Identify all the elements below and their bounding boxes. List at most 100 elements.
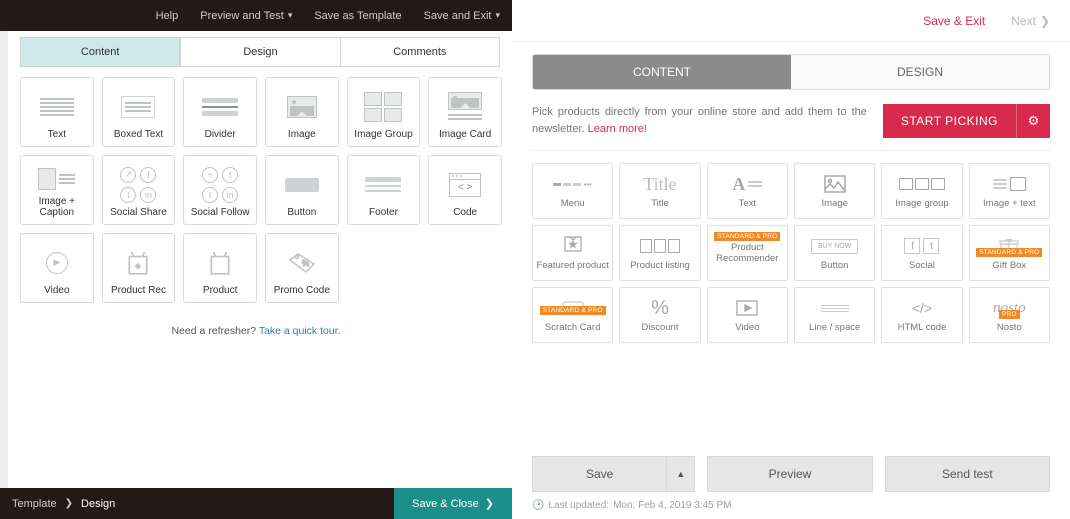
next-label: Next <box>1011 14 1036 28</box>
save-and-exit-menu[interactable]: Save and Exit▾ <box>424 10 500 22</box>
info-text-body: Pick products directly from your online … <box>532 106 867 135</box>
rblock-label: Image <box>821 198 847 209</box>
rblock-line-space[interactable]: Line / space <box>794 287 875 343</box>
start-picking-settings[interactable]: ⚙ <box>1016 104 1050 138</box>
tab-content[interactable]: Content <box>21 38 180 66</box>
rblock-label: Scratch Card <box>545 322 600 333</box>
preview-button[interactable]: Preview <box>707 456 872 492</box>
preview-test-menu[interactable]: Preview and Test▾ <box>200 10 292 22</box>
chevron-down-icon: ▾ <box>495 10 500 21</box>
left-tabs: Content Design Comments <box>20 37 500 67</box>
next-link[interactable]: Next ❯ <box>1011 14 1050 28</box>
rblock-video[interactable]: Video <box>707 287 788 343</box>
tab-design[interactable]: DESIGN <box>791 55 1049 89</box>
block-boxed-text[interactable]: Boxed Text <box>102 77 176 147</box>
left-footer: Template ❯ Design Save & Close❯ <box>0 488 512 519</box>
rblock-discount[interactable]: %Discount <box>619 287 700 343</box>
tab-comments[interactable]: Comments <box>340 38 499 66</box>
block-button[interactable]: Button <box>265 155 339 225</box>
rblock-gift-box[interactable]: STANDARD & PROGift Box <box>969 225 1050 281</box>
block-video[interactable]: ▶Video <box>20 233 94 303</box>
rblock-label: Gift Box <box>992 260 1026 271</box>
block-product[interactable]: Product <box>183 233 257 303</box>
save-split-button: Save ▲ <box>532 456 695 492</box>
chevron-right-icon: ❯ <box>1040 14 1050 28</box>
save-as-template-link[interactable]: Save as Template <box>314 10 401 22</box>
block-label: Code <box>453 207 477 218</box>
chevron-right-icon: ❯ <box>65 498 73 509</box>
rblock-title[interactable]: TitleTitle <box>619 163 700 219</box>
left-gutter <box>0 31 8 488</box>
right-block-grid: •••Menu TitleTitle AText Image Image gro… <box>532 163 1050 343</box>
rblock-label: Button <box>821 260 848 271</box>
rblock-nosto[interactable]: nostoPRONosto <box>969 287 1050 343</box>
block-footer[interactable]: Footer <box>347 155 421 225</box>
rblock-html-code[interactable]: </>HTML code <box>881 287 962 343</box>
block-product-rec[interactable]: Product Rec <box>102 233 176 303</box>
block-image-caption[interactable]: Image + Caption <box>20 155 94 225</box>
block-image-card[interactable]: Image Card <box>428 77 502 147</box>
block-divider[interactable]: Divider <box>183 77 257 147</box>
rblock-social[interactable]: ftSocial <box>881 225 962 281</box>
tab-design[interactable]: Design <box>180 38 339 66</box>
rblock-image[interactable]: Image <box>794 163 875 219</box>
rblock-image-group[interactable]: Image group <box>881 163 962 219</box>
chevron-right-icon: ❯ <box>485 497 494 510</box>
refresher-text: Need a refresher? Take a quick tour. <box>0 325 512 337</box>
block-image-group[interactable]: Image Group <box>347 77 421 147</box>
start-picking-button[interactable]: START PICKING <box>883 104 1016 138</box>
block-label: Image Card <box>439 129 491 140</box>
info-row: Pick products directly from your online … <box>532 104 1050 138</box>
block-code[interactable]: < >Code <box>428 155 502 225</box>
block-label: Promo Code <box>274 285 330 296</box>
save-button[interactable]: Save <box>532 456 667 492</box>
crumb-template[interactable]: Template <box>12 498 57 510</box>
block-label: Image <box>288 129 316 140</box>
rblock-image-text[interactable]: Image + text <box>969 163 1050 219</box>
rblock-featured-product[interactable]: ★Featured product <box>532 225 613 281</box>
block-social-share[interactable]: ↗ftinSocial Share <box>102 155 176 225</box>
rblock-label: Featured product <box>536 260 608 271</box>
save-exit-link[interactable]: Save & Exit <box>923 14 985 28</box>
button-preview-label: BUY NOW <box>811 239 858 254</box>
right-panel: Save & Exit Next ❯ CONTENT DESIGN Pick pr… <box>512 0 1070 519</box>
rblock-product-recommender[interactable]: STANDARD & PROProduct Recommender <box>707 225 788 281</box>
tab-content[interactable]: CONTENT <box>533 55 791 89</box>
block-promo-code[interactable]: % Promo Code <box>265 233 339 303</box>
save-dropdown[interactable]: ▲ <box>667 456 695 492</box>
send-test-button[interactable]: Send test <box>885 456 1050 492</box>
block-social-follow[interactable]: +ftinSocial Follow <box>183 155 257 225</box>
gear-icon: ⚙ <box>1028 113 1040 129</box>
rblock-label: Image group <box>895 198 948 209</box>
rblock-label: Video <box>735 322 759 333</box>
plan-badge: STANDARD & PRO <box>540 306 606 315</box>
rblock-label: Menu <box>561 198 585 209</box>
save-and-exit-label: Save and Exit <box>424 10 492 22</box>
status-timestamp: Mon, Feb 4, 2019 3:45 PM <box>613 500 731 511</box>
svg-text:%: % <box>302 259 309 268</box>
block-label: Social Follow <box>191 207 250 218</box>
clock-icon: 🕑 <box>532 500 544 511</box>
help-link[interactable]: Help <box>156 10 179 22</box>
save-close-button[interactable]: Save & Close❯ <box>394 488 512 519</box>
left-topbar: Help Preview and Test▾ Save as Template … <box>0 0 512 31</box>
rblock-label: Discount <box>642 322 679 333</box>
rblock-scratch-card[interactable]: STANDARD & PRO Scratch Card <box>532 287 613 343</box>
status-label: Last updated: <box>548 500 609 511</box>
block-image[interactable]: Image <box>265 77 339 147</box>
block-label: Text <box>48 129 66 140</box>
block-label: Video <box>44 285 69 296</box>
breadcrumb: Template ❯ Design <box>12 498 115 510</box>
rblock-button[interactable]: BUY NOW Button <box>794 225 875 281</box>
rblock-menu[interactable]: •••Menu <box>532 163 613 219</box>
left-block-grid: Text Boxed Text Divider Image Image Grou… <box>0 77 512 303</box>
learn-more-link[interactable]: Learn more! <box>588 123 647 135</box>
rblock-product-listing[interactable]: Product listing <box>619 225 700 281</box>
last-updated: 🕑 Last updated: Mon, Feb 4, 2019 3:45 PM <box>512 496 1070 519</box>
block-label: Boxed Text <box>114 129 163 140</box>
rblock-label: Nosto <box>997 322 1022 333</box>
block-text[interactable]: Text <box>20 77 94 147</box>
rblock-text[interactable]: AText <box>707 163 788 219</box>
right-tabs: CONTENT DESIGN <box>532 54 1050 90</box>
take-tour-link[interactable]: Take a quick tour <box>259 325 338 337</box>
